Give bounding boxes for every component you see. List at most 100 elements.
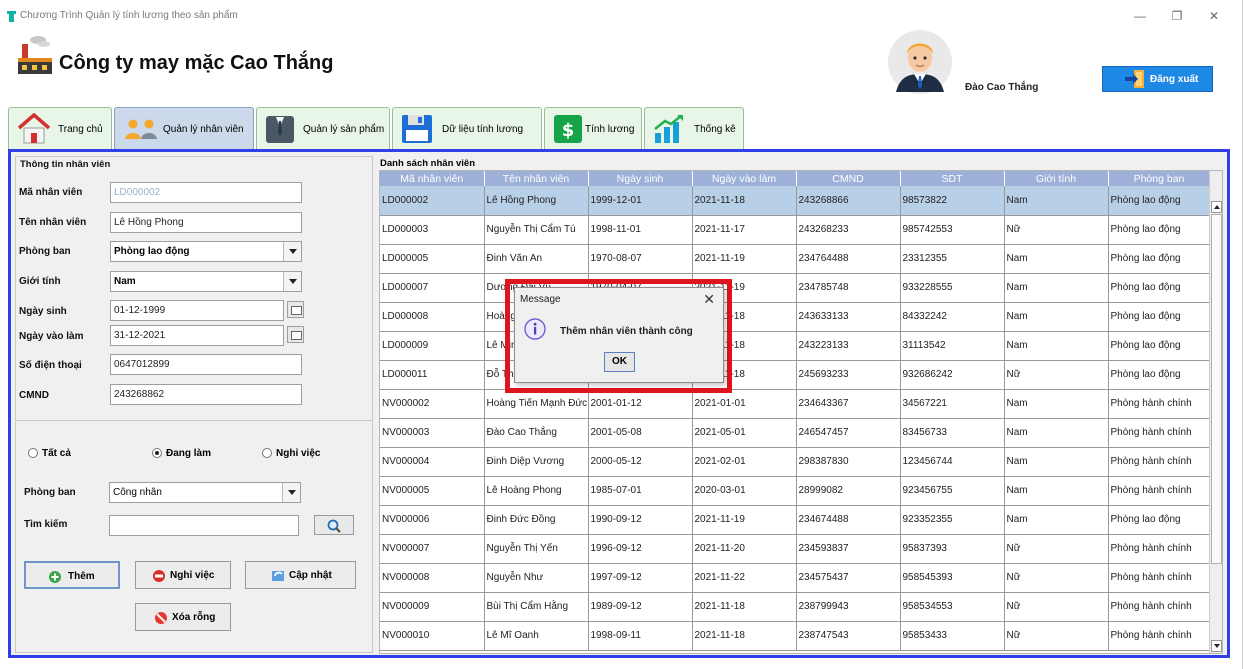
table-cell[interactable]: 238747543: [796, 621, 901, 651]
table-cell[interactable]: NV000005: [380, 476, 485, 506]
restore-icon[interactable]: ❐: [1162, 6, 1192, 26]
start-date-field[interactable]: 31-12-2021: [110, 325, 284, 346]
table-cell[interactable]: 2001-01-12: [588, 389, 693, 419]
table-cell[interactable]: LD000008: [380, 302, 485, 332]
column-header[interactable]: Giới tính: [1004, 171, 1109, 186]
column-header[interactable]: Ngày sinh: [588, 171, 693, 186]
search-button[interactable]: [314, 515, 354, 535]
table-cell[interactable]: 234575437: [796, 563, 901, 593]
table-row[interactable]: NV000002 Hoàng Tiến Mạnh Đức 2001-01-12 202…: [380, 389, 1211, 419]
table-cell[interactable]: 932686242: [900, 360, 1005, 390]
chevron-down-icon[interactable]: [282, 483, 300, 502]
table-cell[interactable]: 958534553: [900, 592, 1005, 622]
table-cell[interactable]: 2021-02-01: [692, 447, 797, 477]
gender-select[interactable]: Nam: [110, 271, 302, 292]
table-cell[interactable]: Đào Cao Thắng: [484, 418, 589, 448]
table-cell[interactable]: Nam: [1004, 244, 1109, 274]
table-cell[interactable]: Phòng lao động: [1108, 273, 1211, 303]
table-cell[interactable]: 28999082: [796, 476, 901, 506]
table-cell[interactable]: 2021-11-20: [692, 534, 797, 564]
table-cell[interactable]: Nam: [1004, 186, 1109, 216]
table-cell[interactable]: 234593837: [796, 534, 901, 564]
table-cell[interactable]: 243268233: [796, 215, 901, 245]
table-row[interactable]: LD000005 Đinh Văn An 1970-08-07 2021-11-19 2…: [380, 244, 1211, 274]
logout-button[interactable]: Đăng xuất: [1102, 66, 1213, 92]
table-cell[interactable]: Lê Mĩ Oanh: [484, 621, 589, 651]
tab-payroll-data[interactable]: Dữ liệu tính lương: [392, 107, 542, 149]
employee-name-field[interactable]: Lê Hồng Phong: [110, 212, 302, 233]
column-header[interactable]: Ngày vào làm: [692, 171, 797, 186]
table-row[interactable]: NV000003 Đào Cao Thắng 2001-05-08 2021-05-0…: [380, 418, 1211, 448]
table-cell[interactable]: 83456733: [900, 418, 1005, 448]
table-cell[interactable]: Phòng hành chính: [1108, 563, 1211, 593]
table-cell[interactable]: Nữ: [1004, 215, 1109, 245]
table-row[interactable]: NV000010 Lê Mĩ Oanh 1998-09-11 2021-11-18 23…: [380, 621, 1211, 651]
column-header[interactable]: Phòng ban: [1108, 171, 1211, 186]
table-cell[interactable]: Nam: [1004, 505, 1109, 535]
table-cell[interactable]: 243268866: [796, 186, 901, 216]
table-row[interactable]: LD000003 Nguyễn Thị Cẩm Tú 1998-11-01 2021-…: [380, 215, 1211, 245]
table-cell[interactable]: 123456744: [900, 447, 1005, 477]
table-cell[interactable]: 1985-07-01: [588, 476, 693, 506]
employee-id-field[interactable]: LD000002: [110, 182, 302, 203]
column-header[interactable]: SDT: [900, 171, 1005, 186]
table-cell[interactable]: LD000011: [380, 360, 485, 390]
table-cell[interactable]: NV000009: [380, 592, 485, 622]
table-cell[interactable]: 2021-11-18: [692, 186, 797, 216]
tab-payroll[interactable]: $ Tính lương: [544, 107, 642, 149]
table-cell[interactable]: Nữ: [1004, 534, 1109, 564]
table-cell[interactable]: 84332242: [900, 302, 1005, 332]
table-cell[interactable]: 2021-01-01: [692, 389, 797, 419]
table-cell[interactable]: 2021-11-19: [692, 505, 797, 535]
table-cell[interactable]: Phòng hành chính: [1108, 476, 1211, 506]
birth-date-field[interactable]: 01-12-1999: [110, 300, 284, 321]
table-cell[interactable]: 2000-05-12: [588, 447, 693, 477]
table-cell[interactable]: 2020-03-01: [692, 476, 797, 506]
table-cell[interactable]: LD000005: [380, 244, 485, 274]
table-cell[interactable]: Nam: [1004, 273, 1109, 303]
table-cell[interactable]: NV000008: [380, 563, 485, 593]
table-row[interactable]: NV000009 Bùi Thị Cẩm Hằng 1989-09-12 2021-1…: [380, 592, 1211, 622]
table-cell[interactable]: 933228555: [900, 273, 1005, 303]
table-cell[interactable]: 958545393: [900, 563, 1005, 593]
table-cell[interactable]: Phòng lao động: [1108, 331, 1211, 361]
table-cell[interactable]: Nữ: [1004, 360, 1109, 390]
table-cell[interactable]: 23312355: [900, 244, 1005, 274]
table-cell[interactable]: 1989-09-12: [588, 592, 693, 622]
table-cell[interactable]: 1990-09-12: [588, 505, 693, 535]
tab-employee-management[interactable]: Quản lý nhân viên: [114, 107, 254, 149]
table-cell[interactable]: NV000006: [380, 505, 485, 535]
calendar-icon[interactable]: [287, 326, 304, 343]
table-cell[interactable]: Phòng lao động: [1108, 302, 1211, 332]
scroll-thumb[interactable]: [1211, 214, 1222, 564]
add-button[interactable]: Thêm: [24, 561, 120, 589]
table-cell[interactable]: Phòng lao động: [1108, 360, 1211, 390]
table-cell[interactable]: LD000002: [380, 186, 485, 216]
table-cell[interactable]: 243223133: [796, 331, 901, 361]
table-cell[interactable]: Đinh Đức Đồng: [484, 505, 589, 535]
table-cell[interactable]: Nam: [1004, 331, 1109, 361]
table-cell[interactable]: 1998-11-01: [588, 215, 693, 245]
table-cell[interactable]: 238799943: [796, 592, 901, 622]
table-cell[interactable]: 1997-09-12: [588, 563, 693, 593]
table-cell[interactable]: Nguyễn Như: [484, 563, 589, 593]
table-cell[interactable]: 34567221: [900, 389, 1005, 419]
table-cell[interactable]: 2021-11-19: [692, 244, 797, 274]
column-header[interactable]: CMND: [796, 171, 901, 186]
table-cell[interactable]: 985742553: [900, 215, 1005, 245]
clear-button[interactable]: Xóa rỗng: [135, 603, 231, 631]
table-row[interactable]: NV000006 Đinh Đức Đồng 1990-09-12 2021-11-1…: [380, 505, 1211, 535]
table-cell[interactable]: NV000002: [380, 389, 485, 419]
table-cell[interactable]: Phòng hành chính: [1108, 592, 1211, 622]
department-select[interactable]: Phòng lao động: [110, 241, 302, 262]
minimize-icon[interactable]: —: [1125, 6, 1155, 26]
table-cell[interactable]: Nam: [1004, 418, 1109, 448]
table-cell[interactable]: 234674488: [796, 505, 901, 535]
table-cell[interactable]: 234764488: [796, 244, 901, 274]
calendar-icon[interactable]: [287, 301, 304, 318]
table-row[interactable]: NV000008 Nguyễn Như 1997-09-12 2021-11-22 23…: [380, 563, 1211, 593]
search-input[interactable]: [109, 515, 299, 536]
table-cell[interactable]: Phòng hành chính: [1108, 621, 1211, 651]
table-cell[interactable]: Nam: [1004, 389, 1109, 419]
table-cell[interactable]: Phòng hành chính: [1108, 534, 1211, 564]
